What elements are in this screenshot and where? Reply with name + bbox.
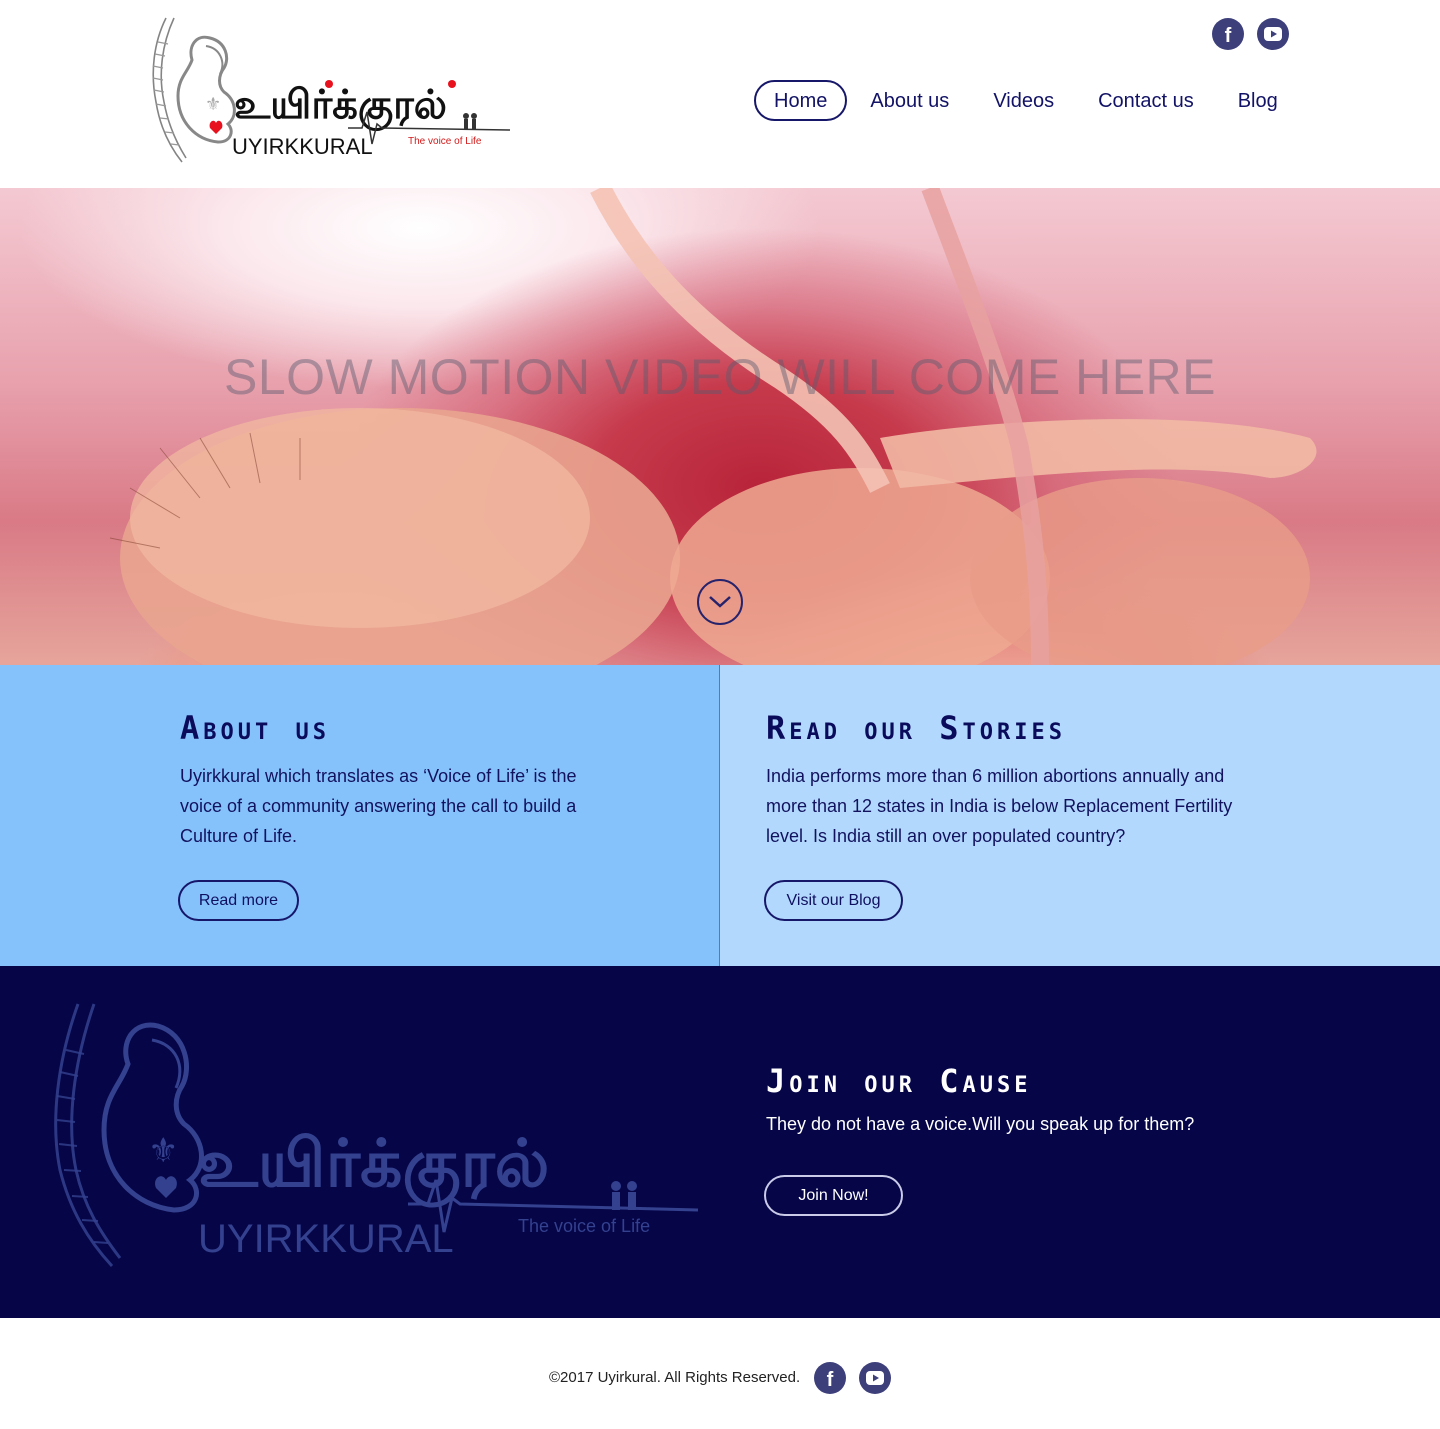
- nav-about-us[interactable]: About us: [849, 80, 970, 121]
- join-section: ⚜ உயிர்க்குரல் UYIRKKURAL The voice of L…: [0, 966, 1440, 1318]
- youtube-icon: [1264, 27, 1282, 41]
- youtube-icon: [866, 1371, 884, 1385]
- svg-text:⚜: ⚜: [148, 1131, 178, 1171]
- site-logo[interactable]: ⚜ உயிர்க்குரல் UYIRKKURAL The voice of L…: [148, 12, 518, 168]
- site-footer: ©2017 Uyirkural. All Rights Reserved. f: [0, 1318, 1440, 1429]
- read-more-button[interactable]: Read more: [178, 880, 299, 921]
- join-now-button[interactable]: Join Now!: [764, 1175, 903, 1216]
- watermark-logo-graphic: ⚜ உயிர்க்குரல் UYIRKKURAL The voice of L…: [54, 1003, 699, 1268]
- footer-social-links: f: [814, 1362, 891, 1394]
- nav-blog[interactable]: Blog: [1217, 80, 1299, 121]
- footer-facebook-link[interactable]: f: [814, 1362, 846, 1394]
- hero-video-section: SLOW MOTION VIDEO WILL COME HERE: [0, 188, 1440, 665]
- join-text: They do not have a voice.Will you speak …: [766, 1114, 1195, 1134]
- about-title: About us: [180, 709, 331, 747]
- watermark-logo: ⚜ உயிர்க்குரல் UYIRKKURAL The voice of L…: [48, 1000, 708, 1272]
- stories-title: Read our Stories: [766, 709, 1067, 747]
- copyright-text: ©2017 Uyirkural. All Rights Reserved.: [549, 1369, 801, 1386]
- site-header: ⚜ உயிர்க்குரல் UYIRKKURAL The voice of L…: [0, 0, 1440, 188]
- watermark-tagline: The voice of Life: [518, 1216, 650, 1236]
- info-panels: About us Uyirkkural which translates as …: [0, 665, 1440, 966]
- svg-text:f: f: [827, 1369, 834, 1391]
- visit-blog-button[interactable]: Visit our Blog: [764, 880, 903, 921]
- join-title: Join our Cause: [766, 1062, 1032, 1100]
- stories-text: India performs more than 6 million abort…: [766, 766, 1233, 846]
- nav-home[interactable]: Home: [754, 80, 848, 121]
- logo-graphic: ⚜ உயிர்க்குரல் UYIRKKURAL The voice of L…: [152, 17, 511, 163]
- facebook-link[interactable]: f: [1212, 18, 1244, 50]
- header-social-links: f: [1212, 18, 1289, 50]
- logo-tagline: The voice of Life: [408, 136, 482, 147]
- nav-videos[interactable]: Videos: [972, 80, 1075, 121]
- logo-tamil-text: உயிர்க்குரல்: [234, 82, 447, 131]
- chevron-down-icon: [709, 596, 731, 608]
- youtube-link[interactable]: [1257, 18, 1289, 50]
- stories-panel: Read our Stories India performs more tha…: [720, 665, 1440, 966]
- facebook-icon: f: [1225, 25, 1232, 47]
- svg-text:⚜: ⚜: [205, 94, 221, 115]
- about-text: Uyirkkural which translates as ‘Voice of…: [180, 766, 577, 846]
- logo-latin-text: UYIRKKURAL: [232, 134, 373, 159]
- nav-contact-us[interactable]: Contact us: [1077, 80, 1215, 121]
- about-panel: About us Uyirkkural which translates as …: [0, 665, 720, 966]
- footer-youtube-link[interactable]: [859, 1362, 891, 1394]
- facebook-icon: f: [827, 1369, 834, 1391]
- main-nav: Home About us Videos Contact us Blog: [754, 80, 1301, 121]
- scroll-down-button[interactable]: [697, 579, 743, 625]
- watermark-latin-text: UYIRKKURAL: [198, 1217, 454, 1261]
- watermark-tamil-text: உயிர்க்குரல்: [198, 1125, 549, 1208]
- hero-placeholder-text: SLOW MOTION VIDEO WILL COME HERE: [223, 349, 1217, 405]
- svg-text:f: f: [1225, 25, 1232, 47]
